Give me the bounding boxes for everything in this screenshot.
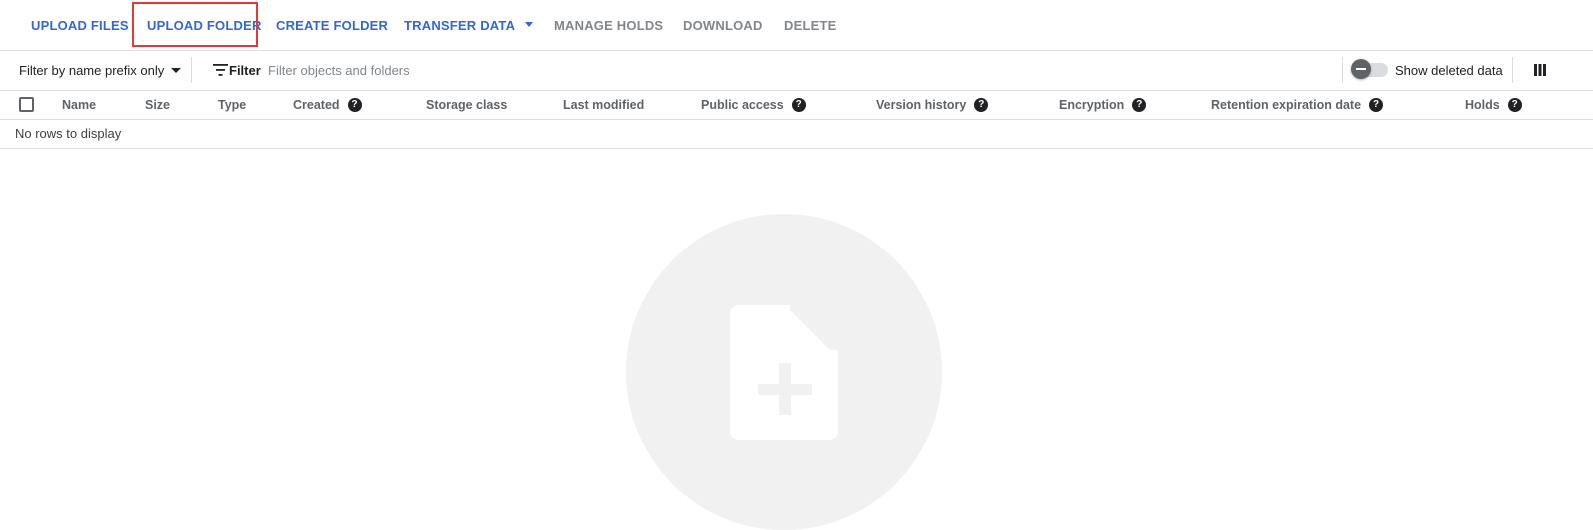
divider [1342, 57, 1343, 83]
column-header-label: Public access [701, 98, 784, 112]
download-button[interactable]: DOWNLOAD [683, 0, 763, 52]
empty-table-row: No rows to display [0, 120, 1593, 149]
create-folder-button[interactable]: CREATE FOLDER [276, 0, 388, 52]
column-header-retention-expiration-date[interactable]: Retention expiration date? [1211, 91, 1384, 119]
file-add-icon [730, 305, 838, 440]
column-header-name[interactable]: Name [62, 91, 96, 119]
table-header: Name Size Type Created? Storage class La… [0, 91, 1593, 120]
delete-button[interactable]: DELETE [784, 0, 836, 52]
column-header-created[interactable]: Created? [293, 91, 362, 119]
column-display-icon[interactable] [1534, 64, 1546, 76]
column-header-label: Holds [1465, 98, 1500, 112]
dropdown-arrow-icon [525, 22, 534, 28]
column-header-last-modified[interactable]: Last modified [563, 91, 644, 119]
help-icon[interactable]: ? [1132, 97, 1147, 112]
help-icon[interactable]: ? [1369, 97, 1384, 112]
filter-prefix-select[interactable]: Filter by name prefix only [19, 51, 182, 90]
filter-input[interactable] [268, 57, 768, 83]
select-all-checkbox[interactable] [19, 97, 34, 112]
filter-prefix-label: Filter by name prefix only [19, 63, 165, 78]
manage-holds-button[interactable]: MANAGE HOLDS [554, 0, 663, 52]
upload-folder-button[interactable]: UPLOAD FOLDER [147, 0, 262, 52]
filter-label: Filter [229, 63, 261, 78]
help-icon[interactable]: ? [974, 97, 989, 112]
column-header-storage-class[interactable]: Storage class [426, 91, 507, 119]
help-icon[interactable]: ? [347, 97, 362, 112]
column-header-version-history[interactable]: Version history? [876, 91, 989, 119]
show-deleted-label: Show deleted data [1395, 63, 1503, 78]
action-toolbar: UPLOAD FILES UPLOAD FOLDER CREATE FOLDER… [0, 0, 1593, 51]
transfer-data-button[interactable]: TRANSFER DATA [404, 0, 534, 52]
column-header-size[interactable]: Size [145, 91, 170, 119]
column-header-public-access[interactable]: Public access? [701, 91, 806, 119]
toggle-knob[interactable] [1351, 59, 1371, 79]
empty-message: No rows to display [15, 126, 122, 141]
divider [1512, 57, 1513, 83]
column-header-type[interactable]: Type [218, 91, 246, 119]
column-header-label: Created [293, 98, 340, 112]
upload-files-button[interactable]: UPLOAD FILES [31, 0, 129, 52]
divider [191, 57, 192, 83]
column-header-holds[interactable]: Holds? [1465, 91, 1522, 119]
help-icon[interactable]: ? [791, 97, 806, 112]
column-header-encryption[interactable]: Encryption? [1059, 91, 1147, 119]
transfer-data-label: TRANSFER DATA [404, 18, 516, 33]
filter-bar: Filter by name prefix only Filter Show d… [0, 51, 1593, 91]
column-header-label: Retention expiration date [1211, 98, 1362, 112]
column-header-label: Encryption [1059, 98, 1125, 112]
help-icon[interactable]: ? [1507, 97, 1522, 112]
dropdown-arrow-icon [171, 68, 182, 74]
column-header-label: Version history [876, 98, 967, 112]
filter-list-icon[interactable] [213, 63, 228, 77]
